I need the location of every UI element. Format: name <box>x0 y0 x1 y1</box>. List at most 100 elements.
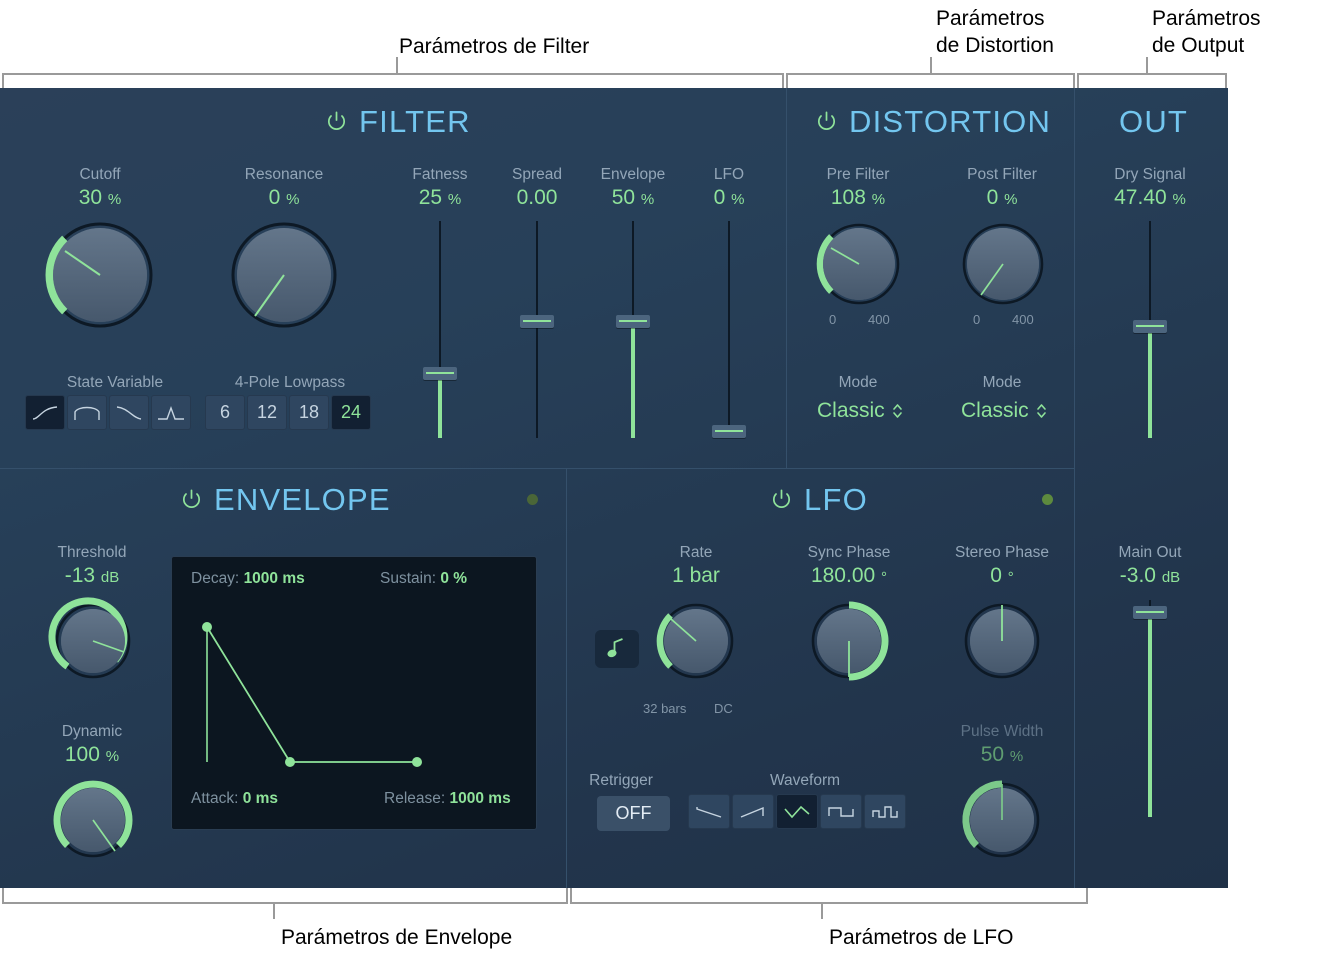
distortion-section-title: DISTORTION <box>815 106 1051 137</box>
cutoff-knob[interactable] <box>45 220 155 330</box>
bracket-envelope-right-tick <box>566 888 568 903</box>
sync-phase-knob[interactable] <box>808 600 890 682</box>
retrigger-button[interactable]: OFF <box>597 796 670 831</box>
filter-slope-18-button[interactable]: 18 <box>289 395 329 430</box>
rate-knob[interactable] <box>655 600 737 682</box>
bracket-envelope-pointer <box>273 902 275 919</box>
rate-value: 1 bar <box>672 564 720 587</box>
distortion-power-icon[interactable] <box>815 110 838 133</box>
pre-filter-mode-select[interactable]: Classic <box>817 399 903 423</box>
lfo-section-title: LFO <box>770 484 868 515</box>
dry-signal-value: 47.40 % <box>1114 186 1186 209</box>
cutoff-value: 30 % <box>78 186 122 209</box>
pre-filter-value: 108 % <box>830 186 886 209</box>
waveform-saw-down-button[interactable] <box>688 794 730 829</box>
pre-filter-mode-label: Mode <box>838 374 878 391</box>
pre-filter-label: Pre Filter <box>826 166 890 183</box>
threshold-knob[interactable] <box>48 597 134 682</box>
lfo-led-indicator <box>1042 494 1053 505</box>
filter-slope-12-button[interactable]: 12 <box>247 395 287 430</box>
threshold-value: -13 dB <box>64 564 120 587</box>
annotation-output: Parámetros de Output <box>1152 7 1261 57</box>
lfo-title-text: LFO <box>804 482 868 517</box>
updown-chevron-icon <box>892 404 902 418</box>
divider-envelope-lfo <box>566 468 567 888</box>
threshold-label: Threshold <box>57 544 127 561</box>
plugin-window: FILTER Cutoff 30 % Resonance 0 % State V <box>0 88 1228 888</box>
annotation-lfo: Parámetros de LFO <box>829 926 1014 949</box>
envelope-led-indicator <box>527 494 538 505</box>
pulse-width-knob[interactable] <box>961 779 1043 861</box>
main-out-slider[interactable] <box>1131 600 1169 817</box>
distortion-title-text: DISTORTION <box>849 104 1052 139</box>
waveform-triangle-button[interactable] <box>776 794 818 829</box>
post-filter-value: 0 % <box>986 186 1018 209</box>
output-section-title: OUT <box>1119 106 1188 137</box>
filter-shape-highpass-button[interactable] <box>25 395 65 430</box>
filter-slope-6-button[interactable]: 6 <box>205 395 245 430</box>
waveform-group[interactable] <box>688 794 908 829</box>
lfo-note-sync-button[interactable] <box>595 630 639 668</box>
waveform-label: Waveform <box>769 772 841 789</box>
dynamic-knob[interactable] <box>52 779 134 861</box>
filter-mode-label: State Variable <box>66 374 164 391</box>
filter-envelope-slider[interactable] <box>614 221 652 438</box>
stereo-phase-value: 0 ° <box>990 564 1014 587</box>
resonance-knob[interactable] <box>229 220 339 330</box>
bracket-lfo-line <box>570 902 1088 904</box>
pulse-width-value: 50 % <box>980 743 1024 766</box>
cutoff-label: Cutoff <box>79 166 121 183</box>
post-filter-label: Post Filter <box>967 166 1037 183</box>
rate-min-label: 32 bars <box>643 701 687 716</box>
updown-chevron-icon <box>1036 404 1046 418</box>
spread-slider[interactable] <box>518 221 556 438</box>
envelope-display[interactable]: Decay: 1000 ms Sustain: 0 % Attack: 0 ms… <box>171 556 537 830</box>
waveform-pulse-button[interactable] <box>864 794 906 829</box>
filter-shape-peak-button[interactable] <box>151 395 191 430</box>
bracket-output-line <box>1077 73 1227 75</box>
fatness-slider[interactable] <box>421 221 459 438</box>
dry-signal-slider[interactable] <box>1131 221 1169 438</box>
filter-shape-lowpass-button[interactable] <box>109 395 149 430</box>
filter-lfo-slider[interactable] <box>710 221 748 438</box>
dynamic-label: Dynamic <box>61 723 123 740</box>
post-filter-knob[interactable] <box>961 222 1045 306</box>
divider-distortion-output <box>1074 88 1075 888</box>
filter-lfo-label: LFO <box>713 166 745 183</box>
output-title-text: OUT <box>1119 104 1189 139</box>
bracket-distortion-pointer <box>930 57 932 74</box>
bracket-lfo-pointer <box>821 902 823 919</box>
filter-power-icon[interactable] <box>325 110 348 133</box>
filter-slope-group[interactable]: 6 12 18 24 <box>205 395 373 430</box>
rate-label: Rate <box>679 544 713 561</box>
dry-signal-label: Dry Signal <box>1114 166 1186 183</box>
stereo-phase-label: Stereo Phase <box>955 544 1049 561</box>
resonance-label: Resonance <box>244 166 324 183</box>
sync-phase-label: Sync Phase <box>807 544 891 561</box>
envelope-power-icon[interactable] <box>180 488 203 511</box>
waveform-saw-up-button[interactable] <box>732 794 774 829</box>
post-filter-mode-select[interactable]: Classic <box>961 399 1047 423</box>
envelope-section-title: ENVELOPE <box>180 484 391 515</box>
filter-section-title: FILTER <box>325 106 471 137</box>
pre-filter-knob[interactable] <box>816 222 901 306</box>
filter-shape-group[interactable] <box>25 395 193 430</box>
stereo-phase-knob[interactable] <box>961 600 1043 682</box>
pre-filter-mode-value: Classic <box>817 399 885 422</box>
annotation-filter: Parámetros de Filter <box>399 35 590 58</box>
filter-shape-bandpass-button[interactable] <box>67 395 107 430</box>
annotation-distortion: Parámetros de Distortion <box>936 7 1054 57</box>
waveform-square-button[interactable] <box>820 794 862 829</box>
filter-slope-24-button[interactable]: 24 <box>331 395 371 430</box>
divider-top-bottom <box>0 468 1074 469</box>
sync-phase-value: 180.00 ° <box>810 564 888 587</box>
divider-filter-distortion <box>786 88 787 468</box>
bracket-lfo-left-tick <box>570 888 572 903</box>
envelope-curve-graph[interactable] <box>172 557 536 829</box>
envelope-title-text: ENVELOPE <box>214 482 391 517</box>
dynamic-value: 100 % <box>64 743 120 766</box>
pre-filter-max-label: 400 <box>868 312 890 327</box>
pulse-width-label: Pulse Width <box>960 723 1044 740</box>
annotation-envelope: Parámetros de Envelope <box>281 926 513 949</box>
lfo-power-icon[interactable] <box>770 488 793 511</box>
